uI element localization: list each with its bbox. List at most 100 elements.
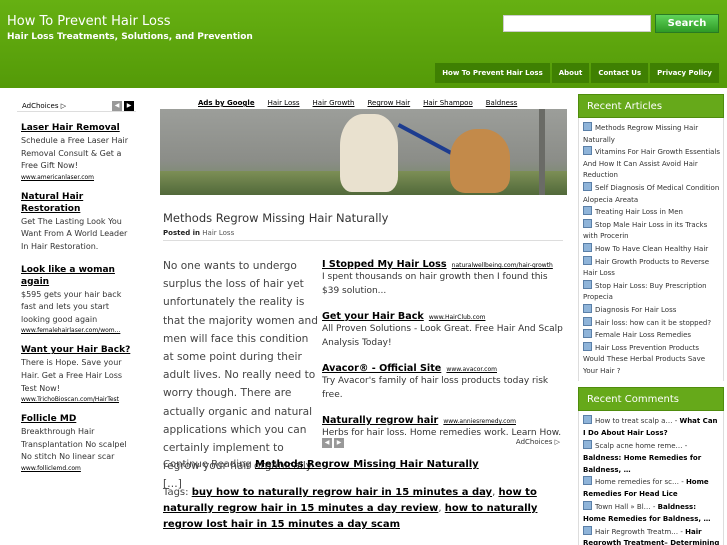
- inline-ad-url[interactable]: www.anniesremedy.com: [443, 418, 516, 425]
- recent-comment-item[interactable]: How to treat scalp a… - What Can I Do Ab…: [583, 415, 721, 440]
- post-title[interactable]: Methods Regrow Missing Hair Naturally: [163, 211, 388, 225]
- document-icon: [583, 218, 592, 228]
- recent-article-item[interactable]: Stop Hair Loss: Buy Prescription Propeci…: [583, 279, 721, 304]
- recent-comment-item[interactable]: Town Hall » Bl… - Baldness: Home Remedie…: [583, 501, 721, 526]
- document-icon: [583, 146, 592, 156]
- recent-comment-item[interactable]: Hair Regrowth Treatm… - Hair Regrowth Tr…: [583, 525, 721, 545]
- ad-link[interactable]: Hair Growth: [313, 97, 355, 109]
- left-ad-url[interactable]: www.americanlaser.com: [21, 174, 136, 181]
- post-meta: Posted in Hair Loss: [163, 229, 234, 237]
- document-icon: [583, 206, 592, 216]
- golden-dog-image: [450, 129, 510, 193]
- document-icon: [583, 303, 592, 313]
- comment-icon: [583, 476, 592, 486]
- document-icon: [583, 122, 592, 131]
- left-ad-text: There is Hope. Save your Hair. Get a Fre…: [21, 358, 123, 393]
- prev-arrow-icon[interactable]: ◀: [112, 101, 122, 111]
- inline-ad[interactable]: Naturally regrow hair www.anniesremedy.c…: [322, 408, 566, 441]
- search-input[interactable]: [503, 15, 651, 32]
- left-ad-title[interactable]: Laser Hair Removal: [21, 122, 136, 134]
- recent-article-item[interactable]: How To Have Clean Healthy Hair: [583, 242, 721, 256]
- recent-article-item[interactable]: Stop Male Hair Loss in its Tracks with P…: [583, 218, 721, 243]
- left-ad[interactable]: Look like a woman again $595 gets your h…: [17, 264, 136, 335]
- inline-ad-text: All Proven Solutions - Look Great. Free …: [322, 324, 563, 348]
- prev-arrow-icon[interactable]: ◀: [322, 438, 332, 448]
- left-ad[interactable]: Want your Hair Back? There is Hope. Save…: [17, 344, 136, 403]
- left-ad-title[interactable]: Look like a woman again: [21, 264, 136, 288]
- recent-article-item[interactable]: Hair Loss Prevention Products Would Thes…: [583, 341, 721, 378]
- recent-article-item[interactable]: Hair Growth Products to Reverse Hair Los…: [583, 255, 721, 280]
- ad-link[interactable]: Regrow Hair: [368, 97, 411, 109]
- recent-comment-item[interactable]: Home remedies for sc… - Home Remedies Fo…: [583, 476, 721, 501]
- left-ad-text: Schedule a Free Laser Hair Removal Consu…: [21, 136, 128, 171]
- adchoices-label[interactable]: AdChoices: [516, 438, 552, 446]
- left-ad-column: AdChoices ▷ ◀ ▶ Laser Hair Removal Sched…: [17, 100, 136, 545]
- nav-privacy[interactable]: Privacy Policy: [650, 63, 719, 83]
- adchoices-bar: AdChoices ▷ ◀ ▶: [17, 100, 136, 112]
- left-ad-text: Get The Lasting Look You Want From A Wor…: [21, 216, 128, 251]
- adchoices-icon[interactable]: ▷: [58, 102, 66, 110]
- recent-article-item[interactable]: Diagnosis For Hair Loss: [583, 303, 721, 317]
- recent-article-item[interactable]: Vitamins For Hair Growth Essentials And …: [583, 146, 721, 182]
- left-ad-url[interactable]: www.femalehairlaser.com/wom...: [21, 327, 136, 334]
- inline-ad-block: I Stopped My Hair Loss naturalwellbeing.…: [322, 252, 566, 447]
- inline-ad-title[interactable]: Avacor® - Official Site: [322, 363, 441, 374]
- site-title[interactable]: How To Prevent Hair Loss: [7, 14, 170, 29]
- inline-ad[interactable]: Get your Hair Back www.HairClub.com All …: [322, 304, 566, 350]
- nav-home[interactable]: How To Prevent Hair Loss: [435, 63, 550, 83]
- inline-ad-url[interactable]: www.HairClub.com: [429, 314, 486, 321]
- left-ad-text: $595 gets your hair back fast and lets y…: [21, 289, 122, 324]
- nav-contact[interactable]: Contact Us: [591, 63, 649, 83]
- next-arrow-icon[interactable]: ▶: [124, 101, 134, 111]
- inline-ad-title[interactable]: I Stopped My Hair Loss: [322, 259, 447, 270]
- left-ad-url[interactable]: www.TrichoBioscan.com/HairTest: [21, 396, 136, 403]
- nav-about[interactable]: About: [551, 63, 590, 83]
- search-button[interactable]: Search: [655, 14, 719, 33]
- left-ad[interactable]: Natural Hair Restoration Get The Lasting…: [17, 191, 136, 254]
- ad-link[interactable]: Hair Shampoo: [423, 97, 473, 109]
- recent-article-item[interactable]: Methods Regrow Missing Hair Naturally: [583, 122, 721, 146]
- recent-article-item[interactable]: Self Diagnosis Of Medical Condition Alop…: [583, 181, 721, 206]
- continue-reading: Continue Reading Methods Regrow Missing …: [163, 459, 479, 470]
- left-ad-title[interactable]: Follicle MD: [21, 413, 136, 425]
- inline-ad-text: I spent thousands on hair growth then I …: [322, 272, 548, 296]
- inline-ad[interactable]: I Stopped My Hair Loss naturalwellbeing.…: [322, 252, 566, 298]
- recent-comment-item[interactable]: Scalp acne home reme… - Baldness: Home R…: [583, 440, 721, 476]
- document-icon: [583, 242, 592, 252]
- post-category[interactable]: Hair Loss: [202, 229, 234, 237]
- inline-ad-footer: ◀ ▶ AdChoices ▷: [322, 437, 566, 449]
- leash-image: [397, 123, 453, 155]
- left-ad-title[interactable]: Natural Hair Restoration: [21, 191, 136, 215]
- document-icon: [583, 181, 592, 191]
- recent-comments-list: How to treat scalp a… - What Can I Do Ab…: [578, 411, 724, 545]
- white-dog-image: [340, 114, 398, 192]
- document-icon: [583, 341, 592, 351]
- document-icon: [583, 316, 592, 326]
- ad-link[interactable]: Hair Loss: [268, 97, 300, 109]
- comment-icon: [583, 525, 592, 535]
- left-ad[interactable]: Laser Hair Removal Schedule a Free Laser…: [17, 122, 136, 181]
- recent-article-item[interactable]: Female Hair Loss Remedies: [583, 329, 721, 342]
- left-ad-title[interactable]: Want your Hair Back?: [21, 344, 136, 356]
- left-ad[interactable]: Follicle MD Breakthrough Hair Transplant…: [17, 413, 136, 472]
- inline-ad-title[interactable]: Get your Hair Back: [322, 311, 424, 322]
- adchoices-label[interactable]: AdChoices: [22, 102, 58, 110]
- recent-comments-heading: Recent Comments: [578, 387, 724, 412]
- inline-ad-title[interactable]: Naturally regrow hair: [322, 415, 438, 426]
- comment-icon: [583, 440, 592, 450]
- inline-ad-url[interactable]: www.avacor.com: [446, 366, 497, 373]
- recent-article-item[interactable]: Treating Hair Loss in Men: [583, 206, 721, 219]
- inline-ad-url[interactable]: naturalwellbeing.com/hair-growth: [452, 262, 553, 269]
- recent-article-item[interactable]: Hair loss: how can it be stopped?: [583, 316, 721, 330]
- ads-by-google-label[interactable]: Ads by Google: [198, 97, 255, 109]
- tags-label: Tags:: [163, 487, 189, 498]
- adchoices-icon[interactable]: ▷: [552, 438, 560, 446]
- next-arrow-icon[interactable]: ▶: [334, 438, 344, 448]
- tag-link[interactable]: buy how to naturally regrow hair in 15 m…: [192, 487, 492, 498]
- left-ad-url[interactable]: www.folliclemd.com: [21, 465, 136, 472]
- inline-ad-text: Try Avacor's family of hair loss product…: [322, 376, 549, 400]
- ad-link[interactable]: Baldness: [486, 97, 518, 109]
- inline-ad[interactable]: Avacor® - Official Site www.avacor.com T…: [322, 356, 566, 402]
- continue-link[interactable]: Methods Regrow Missing Hair Naturally: [255, 459, 479, 470]
- right-sidebar: Recent Articles Methods Regrow Missing H…: [578, 94, 724, 545]
